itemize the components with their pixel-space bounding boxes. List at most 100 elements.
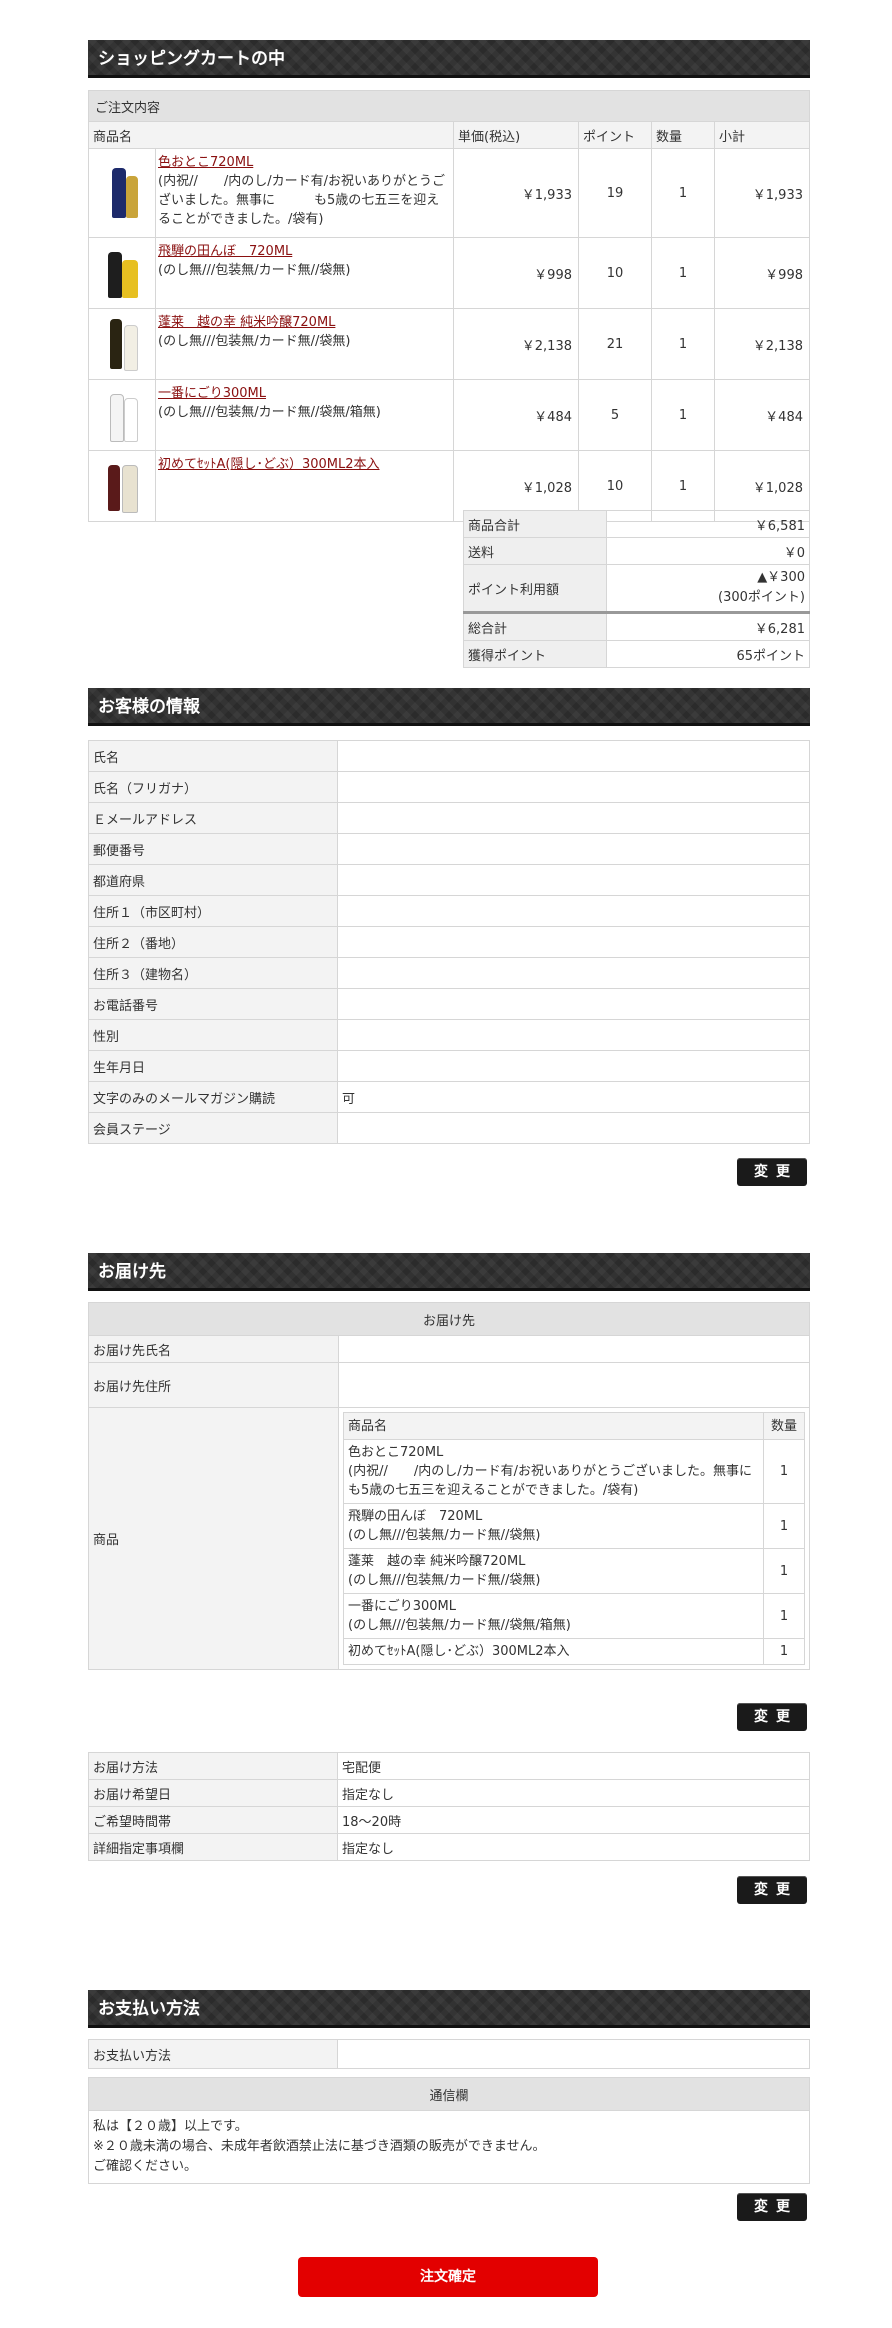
customer-value — [337, 895, 810, 927]
item-qty: 1 — [763, 1593, 805, 1639]
item-subtotal: ￥1,933 — [714, 148, 810, 238]
customer-value — [337, 1050, 810, 1082]
col-subtotal: 小計 — [714, 121, 810, 149]
product-link[interactable]: 色おとこ720ML — [158, 155, 253, 170]
product-image[interactable] — [88, 450, 156, 522]
customer-label: 文字のみのメールマガジン購読 — [88, 1081, 338, 1113]
customer-label: Ｅメールアドレス — [88, 802, 338, 834]
shipping-heading: お届け先 — [88, 1253, 810, 1291]
unit-price: ￥1,933 — [453, 148, 579, 238]
grand-total-label: 総合計 — [463, 612, 607, 641]
shipping-fee-label: 送料 — [463, 537, 607, 565]
customer-heading: お客様の情報 — [88, 688, 810, 726]
item-qty: 1 — [651, 237, 715, 309]
customer-label: 住所２（番地） — [88, 926, 338, 958]
delivery-change-button[interactable]: 変更 — [737, 1876, 807, 1904]
item-subtotal: ￥2,138 — [714, 308, 810, 380]
customer-label: 住所１（市区町村） — [88, 895, 338, 927]
unit-price: ￥998 — [453, 237, 579, 309]
comments-caption: 通信欄 — [88, 2077, 810, 2111]
payment-change-button[interactable]: 変更 — [737, 2193, 807, 2221]
list-item: 一番にごり300ML (のし無///包装無/カード無//袋無/箱無) 1 — [343, 1593, 805, 1639]
earned-points-label: 獲得ポイント — [463, 640, 607, 668]
customer-value — [337, 926, 810, 958]
product-note: (内祝// /内のし/カード有/お祝いありがとうございました。無事に も5歳の七… — [158, 174, 445, 227]
item-subtotal: ￥484 — [714, 379, 810, 451]
item-note: (のし無///包装無/カード無//袋無/箱無) — [348, 1618, 571, 1633]
sub-col-name: 商品名 — [343, 1412, 764, 1440]
shipping-caption: お届け先 — [88, 1302, 810, 1336]
item-note: (のし無///包装無/カード無//袋無) — [348, 1573, 541, 1588]
customer-value — [337, 740, 810, 772]
product-note: (のし無///包装無/カード無//袋無) — [158, 334, 351, 349]
product-link[interactable]: 一番にごり300ML — [158, 386, 266, 401]
list-item: 初めてｾｯﾄA(隠し･どぶ）300ML2本入 1 — [343, 1638, 805, 1665]
cart-heading: ショッピングカートの中 — [88, 40, 810, 78]
delivery-label: お届け方法 — [88, 1752, 338, 1780]
customer-label: 都道府県 — [88, 864, 338, 896]
delivery-value: 指定なし — [337, 1779, 810, 1807]
item-note: (内祝// /内のし/カード有/お祝いありがとうございました。無事に も5歳の七… — [348, 1464, 791, 1498]
customer-label: 住所３（建物名） — [88, 957, 338, 989]
col-qty: 数量 — [651, 121, 715, 149]
list-item: 蓬莱 越の幸 純米吟醸720ML (のし無///包装無/カード無//袋無) 1 — [343, 1548, 805, 1594]
confirm-order-button[interactable]: 注文確定 — [298, 2257, 598, 2297]
customer-value — [337, 1019, 810, 1051]
unit-price: ￥484 — [453, 379, 579, 451]
customer-label: 性別 — [88, 1019, 338, 1051]
item-name: 色おとこ720ML — [348, 1445, 444, 1460]
earned-points: 65ポイント — [606, 640, 810, 668]
bottle-icon — [104, 317, 140, 371]
item-points: 10 — [578, 237, 652, 309]
delivery-value: 18～20時 — [337, 1806, 810, 1834]
delivery-label: 詳細指定事項欄 — [88, 1833, 338, 1861]
customer-label: お電話番号 — [88, 988, 338, 1020]
bottle-icon — [104, 388, 140, 442]
item-points: 19 — [578, 148, 652, 238]
customer-value — [337, 1112, 810, 1144]
recipient-address-label: お届け先住所 — [88, 1362, 339, 1408]
customer-value — [337, 864, 810, 896]
item-points: 21 — [578, 308, 652, 380]
product-image[interactable] — [88, 148, 156, 238]
payment-table: お支払い方法 — [88, 2039, 810, 2069]
product-link[interactable]: 初めてｾｯﾄA(隠し･どぶ）300ML2本入 — [158, 457, 380, 472]
customer-value — [337, 957, 810, 989]
product-link[interactable]: 飛騨の田んぼ 720ML — [158, 244, 292, 259]
item-qty: 1 — [763, 1638, 805, 1665]
col-points: ポイント — [578, 121, 652, 149]
shipping-table: お届け先 お届け先氏名 お届け先住所 商品 商品名 数量 色おとこ720ML (内祝… — [88, 1302, 810, 1670]
customer-change-button[interactable]: 変更 — [737, 1158, 807, 1186]
product-note: (のし無///包装無/カード無//袋無) — [158, 263, 351, 278]
recipient-name-value — [338, 1335, 810, 1363]
customer-label: 生年月日 — [88, 1050, 338, 1082]
list-item: 飛騨の田んぼ 720ML (のし無///包装無/カード無//袋無) 1 — [343, 1503, 805, 1549]
delivery-value: 指定なし — [337, 1833, 810, 1861]
product-image[interactable] — [88, 308, 156, 380]
col-price: 単価(税込) — [453, 121, 579, 149]
payment-method-value — [337, 2039, 810, 2069]
product-image[interactable] — [88, 379, 156, 451]
delivery-label: お届け希望日 — [88, 1779, 338, 1807]
comment-line: 私は【２０歳】以上です。 — [93, 2119, 248, 2134]
points-used-note: (300ポイント) — [718, 590, 805, 605]
bottle-icon — [104, 246, 140, 300]
cart-row: 色おとこ720ML (内祝// /内のし/カード有/お祝いありがとうございました。… — [88, 148, 810, 238]
product-link[interactable]: 蓬莱 越の幸 純米吟醸720ML — [158, 315, 335, 330]
item-name: 蓬莱 越の幸 純米吟醸720ML — [348, 1554, 526, 1569]
comment-line: ※２０歳未満の場合、未成年者飲酒禁止法に基づき酒類の販売ができません。 — [93, 2139, 546, 2154]
cart-row: 一番にごり300ML (のし無///包装無/カード無//袋無/箱無) ￥484 5… — [88, 379, 810, 451]
payment-method-label: お支払い方法 — [88, 2039, 338, 2069]
delivery-table: お届け方法 宅配便 お届け希望日 指定なし ご希望時間帯 18～20時 詳細指定事項欄… — [88, 1752, 810, 1861]
customer-value — [337, 833, 810, 865]
product-image[interactable] — [88, 237, 156, 309]
comments-table: 通信欄 私は【２０歳】以上です。 ※２０歳未満の場合、未成年者飲酒禁止法に基づき… — [88, 2077, 810, 2184]
item-name: 一番にごり300ML — [348, 1599, 457, 1614]
shipping-change-button[interactable]: 変更 — [737, 1703, 807, 1731]
item-subtotal: ￥998 — [714, 237, 810, 309]
points-used-label: ポイント利用額 — [463, 564, 607, 613]
recipient-name-label: お届け先氏名 — [88, 1335, 339, 1363]
delivery-label: ご希望時間帯 — [88, 1806, 338, 1834]
item-qty: 1 — [763, 1503, 805, 1549]
item-points: 5 — [578, 379, 652, 451]
